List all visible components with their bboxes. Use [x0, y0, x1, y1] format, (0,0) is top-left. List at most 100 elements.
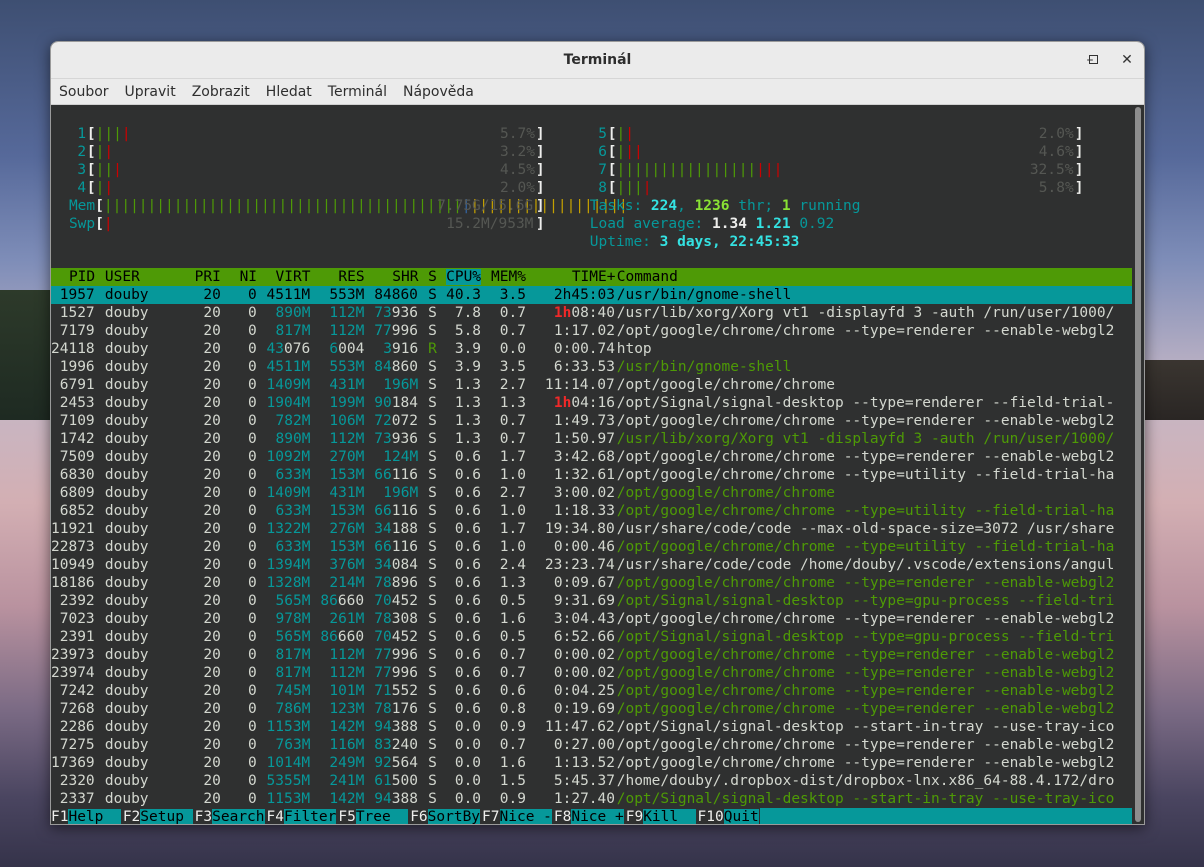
header-mem[interactable]: MEM%	[491, 269, 526, 285]
table-row[interactable]: 2392 douby 20 0 565M 86660 70452 S 0.6 0.5 9:3…	[51, 592, 1134, 610]
user: douby	[104, 575, 149, 591]
header-user[interactable]: USER	[105, 269, 140, 285]
table-row[interactable]: 2453 douby 20 0 1904M 199M 90184 S 1.3 1.3 1h0…	[51, 394, 1134, 412]
table-row[interactable]: 7109 douby 20 0 782M 106M 72072 S 1.3 0.7 1:49…	[51, 412, 1134, 430]
menu-item-3[interactable]: Hledat	[266, 84, 312, 100]
table-row[interactable]: 7275 douby 20 0 763M 116M 83240 S 0.0 0.7 0:27…	[51, 736, 1134, 754]
command: /opt/google/chrome/chrome --type=rendere…	[616, 755, 1115, 771]
maximize-icon[interactable]	[1080, 48, 1106, 72]
mem-value: 112M	[329, 323, 365, 339]
menu-item-0[interactable]: Soubor	[59, 84, 109, 100]
table-row[interactable]: 7023 douby 20 0 978M 261M 78308 S 0.6 1.6 3:04…	[51, 610, 1134, 628]
table-row[interactable]: 6852 douby 20 0 633M 153M 66116 S 0.6 1.0 1:18…	[51, 502, 1134, 520]
table-row[interactable]: 7242 douby 20 0 745M 101M 71552 S 0.6 0.6 0:04…	[51, 682, 1134, 700]
table-row[interactable]: 24118 douby 20 0 43076 6004 3916 R 3.9 0.0 0:0…	[51, 340, 1134, 358]
header-pri[interactable]: PRI	[195, 269, 221, 285]
fkey-label[interactable]: Quit	[723, 809, 759, 824]
time: 0:00.02	[553, 665, 615, 681]
table-row[interactable]: 1957 douby 20 0 4511M 553M 84860 S 40.3 3.5 2h4…	[51, 286, 1134, 304]
table-row[interactable]: 2320 douby 20 0 5355M 241M 61500 S 0.0 1.5 5:4…	[51, 772, 1134, 790]
cell: 86660	[320, 592, 364, 610]
htop-terminal[interactable]: 1 [|||| 5.7%] 2 [|| 3.2%] 3 [||| 4.5%] 4 [|| 2.0…	[51, 105, 1134, 824]
table-row[interactable]: 11921 douby 20 0 1322M 276M 34188 S 0.6 1.7 19…	[51, 520, 1134, 538]
cell: F10Quit	[698, 808, 759, 824]
header-res[interactable]: RES	[338, 269, 364, 285]
scrollbar[interactable]	[1132, 105, 1144, 824]
cell: douby	[105, 646, 149, 664]
fkey-f7[interactable]: F7	[482, 809, 499, 824]
menu-item-4[interactable]: Terminál	[328, 84, 387, 100]
ni: 0	[230, 773, 257, 789]
fkey-f2[interactable]: F2	[123, 809, 140, 824]
fkey-f1[interactable]: F1	[51, 809, 68, 824]
table-row[interactable]: 7179 douby 20 0 817M 112M 77996 S 5.8 0.7 1:17…	[51, 322, 1134, 340]
cell: 153M	[329, 502, 364, 520]
header-s[interactable]: S	[428, 269, 437, 285]
fkey-label[interactable]: Setup	[140, 809, 193, 824]
fkey-f6[interactable]: F6	[410, 809, 427, 824]
header-ni[interactable]: NI	[240, 269, 257, 285]
sep: ,	[677, 198, 695, 214]
cell: 3.9	[446, 358, 481, 376]
header-time[interactable]: TIME+	[572, 269, 616, 285]
header-cpu[interactable]: CPU%	[446, 269, 482, 285]
cell: douby	[105, 718, 149, 736]
menu-item-2[interactable]: Zobrazit	[192, 84, 250, 100]
mem-value: 890M	[275, 431, 311, 447]
table-row[interactable]: 7268 douby 20 0 786M 123M 78176 S 0.6 0.8 0:19…	[51, 700, 1134, 718]
table-row[interactable]: 2391 douby 20 0 565M 86660 70452 S 0.6 0.5 6:5…	[51, 628, 1134, 646]
table-row[interactable]: 17369 douby 20 0 1014M 249M 92564 S 0.0 1.6 1:…	[51, 754, 1134, 772]
cell: /opt/google/chrome/chrome --type=rendere…	[617, 664, 1115, 682]
cell: 1527	[51, 304, 95, 322]
table-row[interactable]: 2286 douby 20 0 1153M 142M 94388 S 0.0 0.9 11:…	[51, 718, 1134, 736]
cell: 34084	[374, 556, 418, 574]
time: 1:13.52	[553, 755, 615, 771]
table-row[interactable]: 7509 douby 20 0 1092M 270M 124M S 0.6 1.7 3:42…	[51, 448, 1134, 466]
table-row[interactable]: 1996 douby 20 0 4511M 553M 84860 S 3.9 3.5 6:3…	[51, 358, 1134, 376]
table-row[interactable]: 18186 douby 20 0 1328M 214M 78896 S 0.6 1.3 0:…	[51, 574, 1134, 592]
table-row[interactable]: 2337 douby 20 0 1153M 142M 94388 S 0.0 0.9 1:2…	[51, 790, 1134, 808]
cell: F7Nice -	[482, 808, 552, 824]
fkey-label[interactable]: Help	[68, 809, 121, 824]
mem-value: 565M	[275, 593, 311, 609]
header-pid[interactable]: PID	[69, 269, 95, 285]
table-row[interactable]: 22873 douby 20 0 633M 153M 66116 S 0.6 1.0 0:0…	[51, 538, 1134, 556]
pri: 20	[194, 341, 221, 357]
table-row[interactable]: 1742 douby 20 0 890M 112M 73936 S 1.3 0.7 1:50…	[51, 430, 1134, 448]
menu-item-5[interactable]: Nápověda	[403, 84, 474, 100]
scrollbar-thumb[interactable]	[1135, 107, 1141, 822]
fkey-label[interactable]: Nice +	[571, 809, 624, 824]
fkey-f8[interactable]: F8	[554, 809, 571, 824]
fkey-f5[interactable]: F5	[338, 809, 355, 824]
table-row[interactable]: 6809 douby 20 0 1409M 431M 196M S 0.6 2.7 3:00…	[51, 484, 1134, 502]
fkey-f4[interactable]: F4	[267, 809, 284, 824]
fkey-f9[interactable]: F9	[626, 809, 643, 824]
table-row[interactable]: 1527 douby 20 0 890M 112M 73936 S 7.8 0.7 1h08…	[51, 304, 1134, 322]
pri: 20	[194, 575, 221, 591]
fkey-label[interactable]: Tree	[355, 809, 409, 824]
fkey-label[interactable]: Kill	[643, 809, 696, 824]
table-row[interactable]: 6830 douby 20 0 633M 153M 66116 S 0.6 1.0 1:32…	[51, 466, 1134, 484]
cell: 0:27.00	[554, 736, 615, 754]
cell: 71552	[374, 682, 418, 700]
ni: 0	[230, 575, 257, 591]
header-cmd[interactable]: Command	[617, 269, 678, 285]
header-shr[interactable]: SHR	[392, 269, 418, 285]
table-row[interactable]: 10949 douby 20 0 1394M 376M 34084 S 0.6 2.4 23…	[51, 556, 1134, 574]
time: 0:19.69	[553, 701, 615, 717]
fkey-label[interactable]: Nice -	[499, 809, 552, 824]
title-bar[interactable]: Terminál – ✕	[51, 42, 1144, 79]
fkey-label[interactable]: Search	[212, 809, 265, 824]
header-virt[interactable]: VIRT	[276, 269, 311, 285]
menu-item-1[interactable]: Upravit	[125, 84, 176, 100]
pri: 20	[194, 413, 221, 429]
close-icon[interactable]: ✕	[1114, 48, 1140, 72]
table-row[interactable]: 23973 douby 20 0 817M 112M 77996 S 0.6 0.7 0:0…	[51, 646, 1134, 664]
fkey-label[interactable]: Filter	[283, 809, 337, 824]
fkey-f10[interactable]: F10	[698, 809, 724, 824]
fkey-f3[interactable]: F3	[195, 809, 212, 824]
table-row[interactable]: 6791 douby 20 0 1409M 431M 196M S 1.3 2.7 11:1…	[51, 376, 1134, 394]
table-row[interactable]: 23974 douby 20 0 817M 112M 77996 S 0.6 0.7 0:0…	[51, 664, 1134, 682]
fkey-label[interactable]: SortBy	[427, 809, 481, 824]
mem-value-high: 78	[374, 611, 392, 627]
